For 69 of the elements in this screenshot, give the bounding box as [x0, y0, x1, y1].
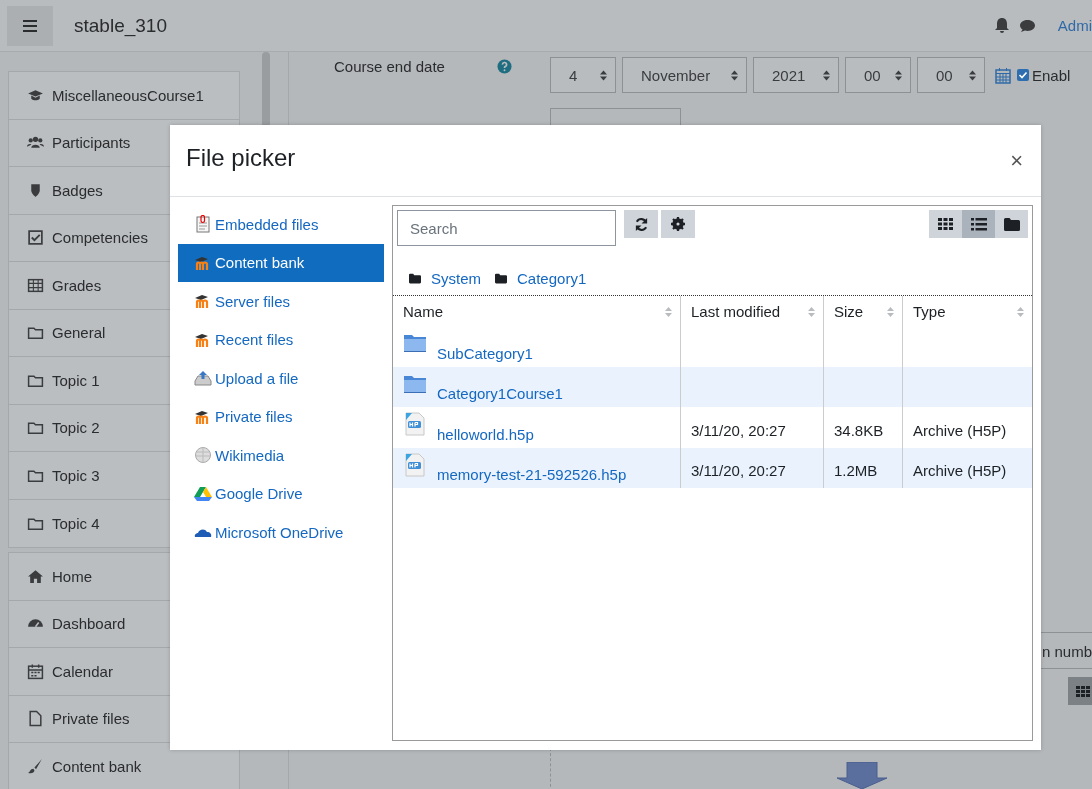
nav-item[interactable]: Content bank — [9, 743, 239, 789]
search-field[interactable]: Search — [397, 210, 616, 246]
refresh-button[interactable] — [624, 210, 658, 238]
menu-button[interactable] — [7, 5, 53, 46]
bell-icon[interactable] — [994, 17, 1009, 34]
document-clip-icon — [194, 215, 212, 234]
field-label: Course end date — [334, 57, 446, 75]
chat-bubble-icon[interactable] — [1018, 18, 1036, 33]
column-header[interactable]: Type — [903, 296, 1032, 326]
site-name: stable_310 — [74, 14, 167, 37]
settings-icon — [671, 217, 685, 231]
menu-icon — [23, 19, 37, 32]
table-cell: Archive (H5P) — [913, 462, 1007, 480]
down-arrow-icon — [837, 762, 887, 789]
nav-item-icon — [27, 567, 44, 585]
file-name-link[interactable]: Category1Course1 — [437, 385, 563, 403]
column-header[interactable]: Last modified — [681, 296, 824, 326]
caret-icon — [600, 69, 607, 81]
select-dropdown[interactable]: 4 — [550, 57, 616, 93]
view-button[interactable] — [929, 210, 962, 238]
repository-item[interactable]: Microsoft OneDrive — [178, 513, 384, 552]
upload-tray-icon — [194, 369, 212, 388]
h5p-file-icon — [403, 452, 427, 477]
folder-icon — [409, 272, 421, 284]
drive-triangle-icon — [194, 484, 212, 503]
breadcrumb-link[interactable]: Category1 — [517, 269, 587, 287]
calendar-icon[interactable] — [995, 66, 1011, 84]
column-header[interactable]: Name — [393, 296, 681, 326]
file-name-link[interactable]: memory-test-21-592526.h5p — [437, 466, 627, 484]
list-icon — [970, 217, 987, 231]
table-cell: 3/11/20, 20:27 — [691, 421, 786, 439]
caret-icon — [895, 69, 902, 81]
grid-button[interactable] — [1068, 677, 1092, 705]
refresh-icon — [633, 216, 649, 232]
help-icon[interactable] — [497, 58, 512, 74]
table-cell: 3/11/20, 20:27 — [691, 462, 786, 480]
view-button[interactable] — [995, 210, 1028, 238]
table-cell: Archive (H5P) — [913, 421, 1007, 439]
grid-icon — [938, 218, 953, 230]
settings-button[interactable] — [661, 210, 695, 238]
select-dropdown[interactable]: 2021 — [753, 57, 839, 93]
caret-icon — [823, 69, 830, 81]
nav-item[interactable]: MiscellaneousCourse1 — [9, 72, 239, 120]
nav-item-icon — [27, 276, 44, 294]
nav-item-icon — [27, 758, 44, 776]
file-name-link[interactable]: SubCategory1 — [437, 344, 533, 362]
enable-checkbox[interactable] — [1017, 69, 1029, 81]
close-button[interactable]: × — [1008, 147, 1025, 174]
nav-item-icon — [27, 662, 44, 680]
select-dropdown[interactable]: November — [622, 57, 747, 93]
breadcrumb-link[interactable]: System — [431, 269, 481, 287]
folder-icon — [1003, 217, 1020, 231]
caret-icon — [731, 69, 738, 81]
nav-item-icon — [27, 710, 44, 728]
table-cell: 34.8KB — [834, 421, 884, 439]
select-dropdown[interactable]: 00 — [917, 57, 985, 93]
select-dropdown[interactable]: 00 — [845, 57, 911, 93]
nav-item-icon — [27, 229, 44, 247]
globe-icon — [194, 446, 212, 465]
caret-icon — [969, 69, 976, 81]
column-header[interactable]: Size — [824, 296, 903, 326]
file-name-link[interactable]: helloworld.h5p — [437, 425, 534, 443]
h5p-file-icon — [403, 412, 427, 437]
repository-item[interactable]: Content bank — [178, 243, 384, 282]
table-cell: 1.2MB — [834, 462, 878, 480]
checkbox-label: Enabl — [1032, 66, 1071, 84]
grid-icon — [1076, 685, 1090, 697]
view-button[interactable] — [962, 210, 995, 238]
folder-icon — [495, 272, 507, 284]
